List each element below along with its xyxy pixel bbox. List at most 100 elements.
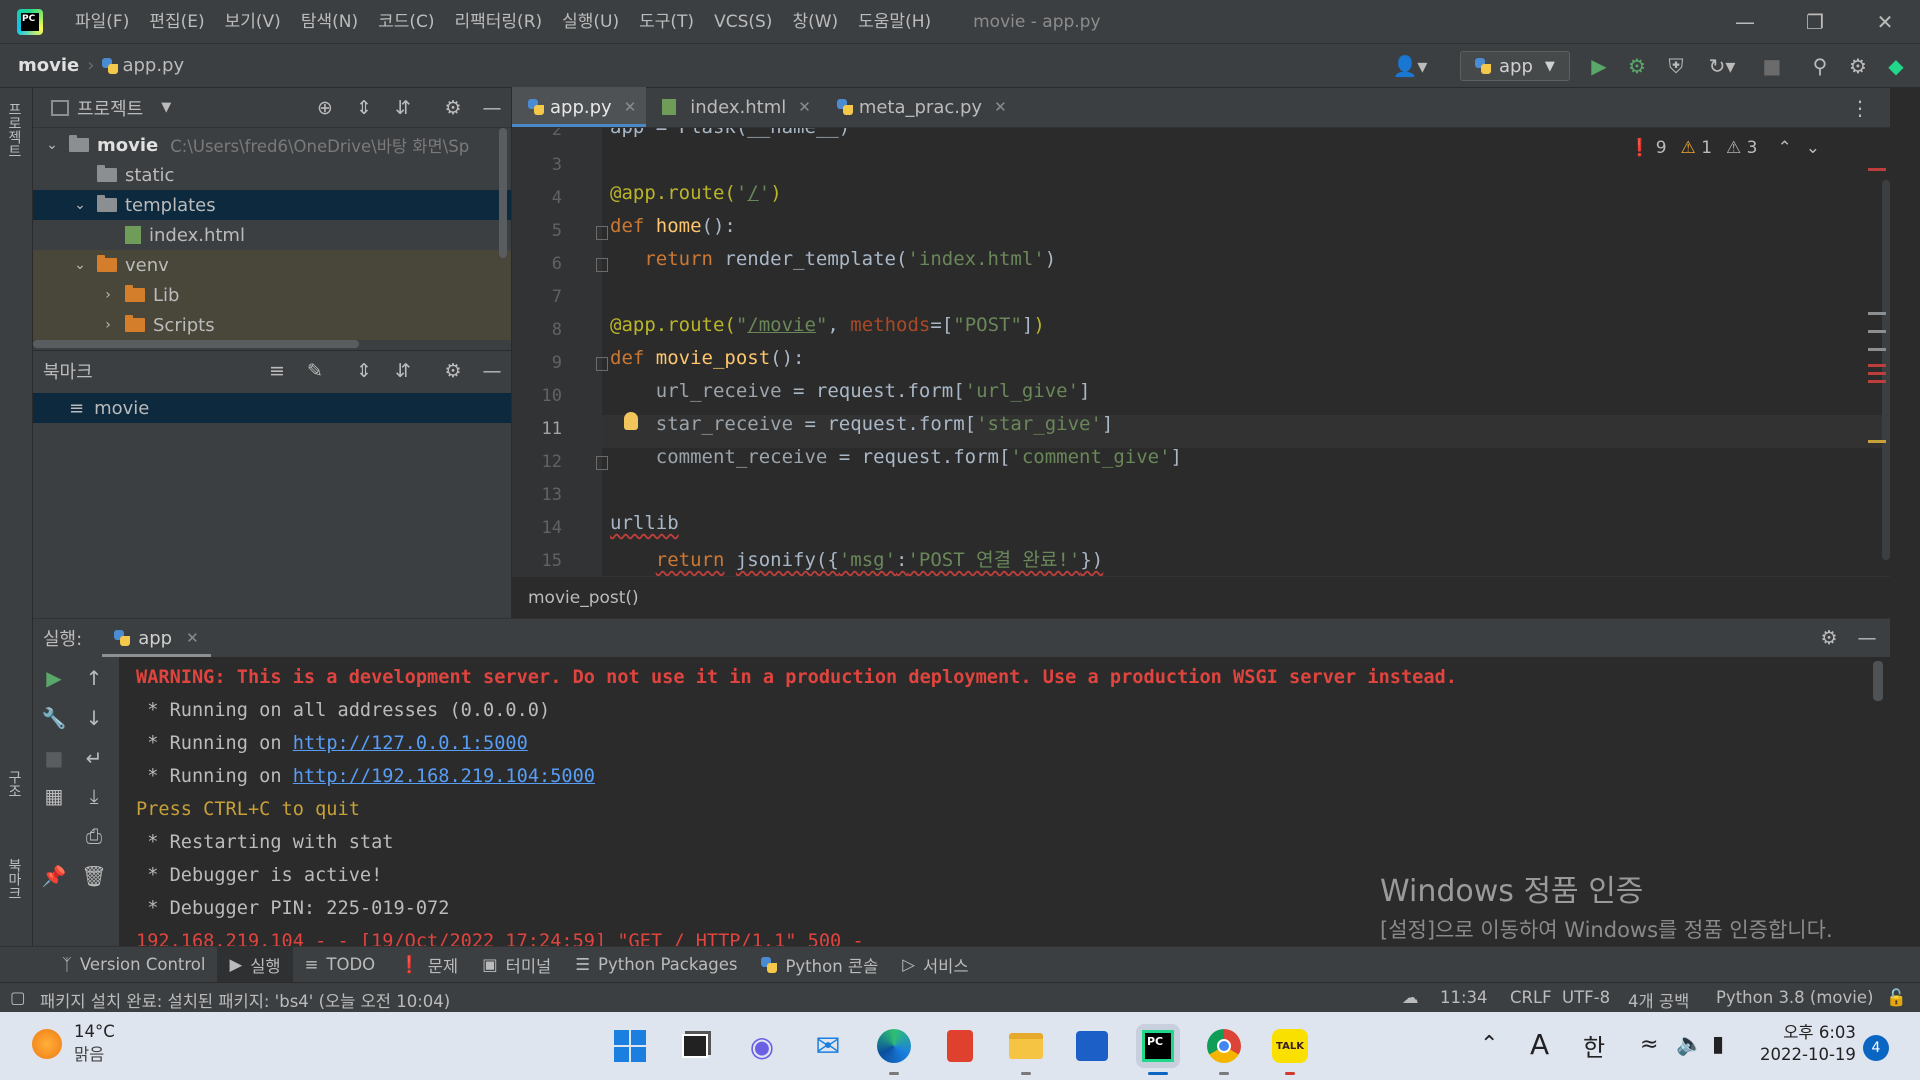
console-scrollbar[interactable] [1873, 661, 1883, 701]
edit-pencil-icon[interactable]: ✎ [303, 359, 327, 383]
bookmark-item-movie[interactable]: ≡ movie [33, 393, 511, 423]
error-mark[interactable] [1868, 168, 1886, 171]
run-tab-app[interactable]: app ✕ [102, 619, 212, 657]
sync-icon[interactable]: ☁ [1402, 988, 1419, 1007]
python-interpreter[interactable]: Python 3.8 (movie) [1716, 988, 1873, 1007]
chevron-down-icon[interactable]: ⌄ [71, 197, 89, 213]
status-message[interactable]: 패키지 설치 완료: 설치된 패키지: 'bs4' (오늘 오전 10:04) [40, 988, 450, 1012]
trash-icon[interactable]: 🗑 [81, 863, 107, 889]
up-arrow-icon[interactable]: ↑ [81, 665, 107, 691]
menu-edit[interactable]: 편집(E) [139, 0, 214, 44]
inspection-widget[interactable]: ❗ 9 ⚠ 1 ⚠ 3 ⌃ ⌄ [1629, 138, 1820, 158]
collapse-all-icon[interactable]: ⇵ [391, 96, 415, 120]
menu-code[interactable]: 코드(C) [368, 0, 444, 44]
hide-panel-icon[interactable]: — [1855, 626, 1879, 650]
fold-marker-icon[interactable] [596, 226, 608, 240]
menu-help[interactable]: 도움말(H) [848, 0, 941, 44]
edge-browser-icon[interactable] [872, 1024, 916, 1068]
add-user-icon[interactable]: 👤▾ [1390, 54, 1430, 78]
error-stripe[interactable] [1866, 168, 1890, 576]
layout-icon[interactable]: ▦ [41, 783, 67, 809]
menu-view[interactable]: 보기(V) [215, 0, 291, 44]
kakaotalk-icon[interactable]: TALK [1268, 1024, 1312, 1068]
project-view-selector[interactable]: 프로젝트 ▼ [51, 95, 171, 121]
wrench-icon[interactable]: 🔧 [41, 705, 67, 731]
tab-python-packages[interactable]: ☰ Python Packages [563, 947, 749, 983]
tree-item-index-html[interactable]: index.html [33, 220, 511, 250]
gear-icon[interactable]: ⚙ [441, 96, 465, 120]
tab-terminal[interactable]: ▣ 터미널 [470, 947, 563, 983]
expand-all-icon[interactable]: ⇕ [352, 96, 376, 120]
menu-run[interactable]: 실행(U) [552, 0, 629, 44]
collapse-all-icon[interactable]: ⇵ [391, 359, 415, 383]
system-clock[interactable]: 오후 6:03 2022-10-19 [1760, 1022, 1856, 1066]
stop-icon[interactable]: ■ [1760, 54, 1784, 78]
coverage-icon[interactable]: ⛨ [1664, 54, 1688, 78]
close-tab-icon[interactable]: ✕ [186, 629, 199, 647]
bookmarks-tool-tab[interactable]: 북마크 [4, 858, 24, 900]
chat-icon[interactable]: ◉ [740, 1024, 784, 1068]
chevron-down-icon[interactable]: ⌄ [71, 257, 89, 273]
tab-index-html[interactable]: index.html ✕ [646, 87, 821, 127]
hide-panel-icon[interactable]: — [480, 96, 504, 120]
line-separator[interactable]: CRLF [1510, 988, 1552, 1007]
battery-icon[interactable]: ▮ [1712, 1032, 1724, 1057]
tab-todo[interactable]: ≡ TODO [293, 947, 388, 983]
tree-item-movie[interactable]: ⌄ movie C:\Users\fred6\OneDrive\바탕 화면\Sp [33, 130, 511, 160]
menu-vcs[interactable]: VCS(S) [704, 0, 782, 44]
wifi-icon[interactable]: ≈ [1640, 1032, 1658, 1057]
menu-navigate[interactable]: 탐색(N) [291, 0, 368, 44]
print-icon[interactable]: ⎙ [81, 823, 107, 849]
volume-icon[interactable]: 🔈 [1676, 1032, 1703, 1057]
tree-item-scripts[interactable]: › Scripts [33, 310, 511, 340]
breadcrumb-file[interactable]: app.py [102, 55, 184, 76]
breadcrumb-function[interactable]: movie_post() [528, 588, 639, 608]
tree-item-static[interactable]: static [33, 160, 511, 190]
more-tabs-icon[interactable]: ⋮ [1850, 96, 1870, 120]
chevron-up-icon[interactable]: ⌃ [1778, 138, 1792, 158]
menu-tools[interactable]: 도구(T) [629, 0, 704, 44]
office-icon[interactable] [938, 1024, 982, 1068]
chevron-down-icon[interactable]: ⌄ [43, 137, 61, 153]
error-mark[interactable] [1868, 380, 1886, 383]
tab-meta-prac-py[interactable]: meta_prac.py ✕ [821, 87, 1017, 127]
hide-panel-icon[interactable]: — [480, 359, 504, 383]
gear-icon[interactable]: ⚙ [1846, 54, 1870, 78]
panel-toggle-icon[interactable]: ▢ [10, 988, 26, 1007]
tree-item-templates[interactable]: ⌄ templates [33, 190, 511, 220]
pin-icon[interactable]: 📌 [41, 863, 67, 889]
error-mark[interactable] [1868, 364, 1886, 367]
breadcrumb-project[interactable]: movie [18, 55, 79, 76]
menu-file[interactable]: 파일(F) [65, 0, 139, 44]
scroll-to-end-icon[interactable]: ⤓ [81, 783, 107, 809]
minimize-button[interactable]: — [1710, 0, 1780, 44]
menu-window[interactable]: 창(W) [782, 0, 848, 44]
expand-all-icon[interactable]: ⇕ [352, 359, 376, 383]
add-bookmark-list-icon[interactable]: ≡ [265, 359, 289, 383]
console-link[interactable]: http://192.168.219.104:5000 [293, 766, 595, 787]
mail-icon[interactable]: ✉ [806, 1024, 850, 1068]
tree-item-lib[interactable]: › Lib [33, 280, 511, 310]
vertical-scrollbar[interactable] [499, 128, 507, 258]
tab-run[interactable]: ▶ 실행 [217, 946, 293, 983]
ime-korean[interactable]: 한 [1583, 1028, 1605, 1063]
notification-badge[interactable]: 4 [1863, 1035, 1889, 1061]
soft-wrap-icon[interactable]: ↵ [81, 745, 107, 771]
close-tab-icon[interactable]: ✕ [624, 98, 637, 116]
close-window-button[interactable]: ✕ [1850, 0, 1920, 44]
close-tab-icon[interactable]: ✕ [798, 98, 811, 116]
pycharm-taskbar-icon[interactable]: PC [1136, 1024, 1180, 1068]
debug-icon[interactable]: ⚙ [1625, 54, 1649, 78]
search-icon[interactable]: ⚲ [1808, 54, 1832, 78]
tab-services[interactable]: ▷ 서비스 [890, 947, 980, 983]
lock-icon[interactable]: 🔓 [1886, 988, 1907, 1008]
error-mark[interactable] [1868, 372, 1886, 375]
restore-button[interactable]: ❐ [1780, 0, 1850, 44]
chevron-up-icon[interactable]: ⌃ [1480, 1032, 1498, 1057]
fold-marker-icon[interactable] [596, 456, 608, 470]
weather-widget[interactable]: 14°C 맑음 [32, 1022, 115, 1065]
down-arrow-icon[interactable]: ↓ [81, 705, 107, 731]
file-encoding[interactable]: UTF-8 [1562, 988, 1610, 1007]
close-tab-icon[interactable]: ✕ [994, 98, 1007, 116]
code-editor[interactable]: 2 3 4 5 6 7 8 9 10 11 12 13 14 15 app = … [512, 128, 1890, 576]
